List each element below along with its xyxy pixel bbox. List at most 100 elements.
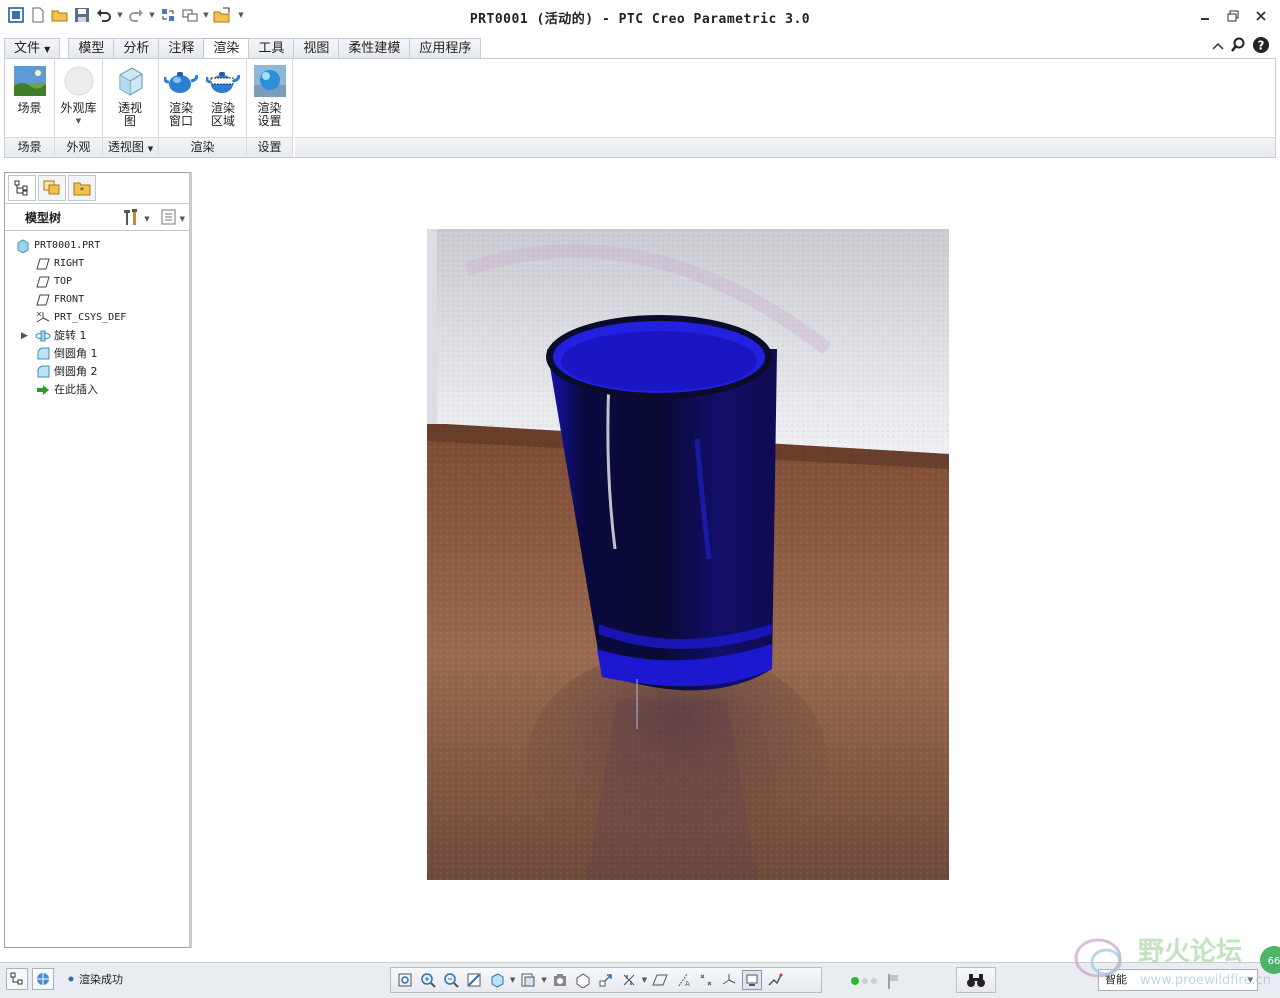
ribbon-panel: 场景 场景 外观库 ▼ 外观 透视 图 透视图 ▼ 渲染 窗口 渲染 区域 渲染… [4,58,1276,158]
render-window-button[interactable]: 渲染 窗口 [160,59,202,128]
navigator-panel: * 模型树 ▼ ▼ PRT0001.PRT RIGHT TOP FRONT PR… [4,172,192,948]
ribbon-right-controls: ? [1212,36,1270,57]
favorites-tab-icon[interactable]: * [68,175,96,201]
csys-icon [35,311,51,325]
chevron-down-icon[interactable]: ▼ [510,976,515,984]
status-message: 渲染成功 [68,971,123,987]
minimize-icon[interactable] [1194,6,1216,26]
chevron-down-icon[interactable]: ▼ [541,976,546,984]
group-perspective: 透视 图 透视图 ▼ [103,59,159,157]
tab-label: 文件 [14,41,41,56]
render-viewport[interactable] [427,229,949,880]
tab-annotate[interactable]: 注释 [158,38,205,59]
annotation-toggle-icon[interactable] [765,970,785,990]
datum-display-icon[interactable] [596,970,616,990]
model-tree-tab-icon[interactable] [8,175,36,201]
chevron-down-icon[interactable]: ▼ [642,976,647,984]
chevron-down-icon[interactable]: ▼ [144,215,149,223]
refit-icon[interactable] [395,970,415,990]
point-display-icon[interactable] [696,970,716,990]
find-button[interactable] [956,967,996,993]
tree-item-top[interactable]: TOP [5,273,189,291]
help-icon[interactable]: ? [1252,36,1270,57]
view-manager-icon[interactable] [550,970,570,990]
tree-item-right[interactable]: RIGHT [5,255,189,273]
chevron-down-icon: ▼ [147,145,154,153]
chevron-down-icon: ▼ [75,117,82,125]
saved-orientations-icon[interactable] [487,970,507,990]
window-controls [1194,6,1272,26]
svg-text:A: A [685,980,690,988]
repaint-icon[interactable] [464,970,484,990]
perspective-view-button[interactable]: 透视 图 [107,59,153,128]
search-icon[interactable] [1230,37,1246,56]
chevron-down-icon[interactable]: ▼ [180,215,185,223]
window-title: PRT0001 (活动的) - PTC Creo Parametric 3.0 [469,12,811,27]
render-settings-button[interactable]: 渲染 设置 [247,59,292,128]
status-left-buttons [6,968,54,990]
title-bar: ▼ ▼ ▼ ▼ PRT0001 (活动的) - PTC Creo Paramet… [0,0,1280,32]
tree-item-front[interactable]: FRONT [5,291,189,309]
tree-item-label: RIGHT [54,258,85,269]
tree-item-round-2[interactable]: 倒圆角 2 [5,363,189,381]
round-icon [35,347,51,361]
appearance-label: 外观库 [60,101,97,115]
ribbon-groups: 场景 场景 外观库 ▼ 外观 透视 图 透视图 ▼ 渲染 窗口 渲染 区域 渲染… [5,59,293,157]
render-region-button[interactable]: 渲染 区域 [202,59,244,128]
group-settings: 渲染 设置 设置 [247,59,293,157]
datum-plane-icon [35,293,51,307]
folder-browser-tab-icon[interactable] [38,175,66,201]
status-lights [850,973,901,989]
selection-filter-value: 智能 [1105,973,1127,986]
csys-display-icon[interactable] [719,970,739,990]
toggle-navigator-icon[interactable] [6,968,28,990]
status-bar: 渲染成功 ▼ ▼ ▼ A 智能 ▼ [0,962,1280,998]
svg-text:?: ? [1258,39,1265,53]
tab-view[interactable]: 视图 [293,38,340,59]
tab-model[interactable]: 模型 [68,38,115,59]
tree-settings-icon[interactable] [121,208,141,229]
tree-item-insert-here[interactable]: 在此插入 [5,381,189,399]
close-icon[interactable] [1250,6,1272,26]
axis-display-icon[interactable]: A [673,970,693,990]
collapse-ribbon-icon[interactable] [1212,40,1224,54]
zoom-out-icon[interactable] [441,970,461,990]
round-icon [35,365,51,379]
insert-here-icon [35,383,51,397]
tree-item-label: TOP [54,276,73,287]
tree-item-revolve[interactable]: ▶ 旋转 1 [5,327,189,345]
navigator-tabs: * [5,173,99,203]
tab-tools[interactable]: 工具 [248,38,295,59]
tab-analysis[interactable]: 分析 [113,38,160,59]
toggle-browser-icon[interactable] [32,968,54,990]
display-style-icon[interactable] [518,970,538,990]
model-tree-header: 模型树 ▼ ▼ [5,203,189,231]
zoom-in-icon[interactable] [418,970,438,990]
expand-arrow-icon[interactable]: ▶ [21,327,35,345]
group-perspective-text: 透视图 [107,140,144,154]
selection-filter[interactable]: 智能 ▼ [1098,969,1258,991]
appearance-gallery-button[interactable]: 外观库 ▼ [56,59,101,128]
perspective-toggle-icon[interactable] [573,970,593,990]
tab-file[interactable]: 文件 ▼ [4,38,61,59]
plane-display-icon[interactable] [650,970,670,990]
render-settings-icon [253,64,287,98]
spin-center-icon[interactable] [742,970,763,990]
group-label-perspective: 透视图 ▼ [103,137,158,157]
tab-applications[interactable]: 应用程序 [409,38,482,59]
scene-label: 场景 [17,101,42,115]
tree-item-part[interactable]: PRT0001.PRT [5,237,189,255]
restore-icon[interactable] [1222,6,1244,26]
flag-icon[interactable] [887,973,901,989]
tree-item-csys[interactable]: PRT_CSYS_DEF [5,309,189,327]
appearance-sphere-icon [62,64,96,98]
group-label-render: 渲染 [159,137,246,157]
revolve-icon [35,329,51,343]
render-window-label-2: 窗口 [168,114,193,128]
annotation-display-icon[interactable] [619,970,639,990]
tab-render[interactable]: 渲染 [203,38,250,60]
tree-item-round-1[interactable]: 倒圆角 1 [5,345,189,363]
tree-show-icon[interactable] [161,209,177,228]
tab-flexible-modeling[interactable]: 柔性建模 [338,38,411,59]
scene-button[interactable]: 场景 [9,59,50,115]
